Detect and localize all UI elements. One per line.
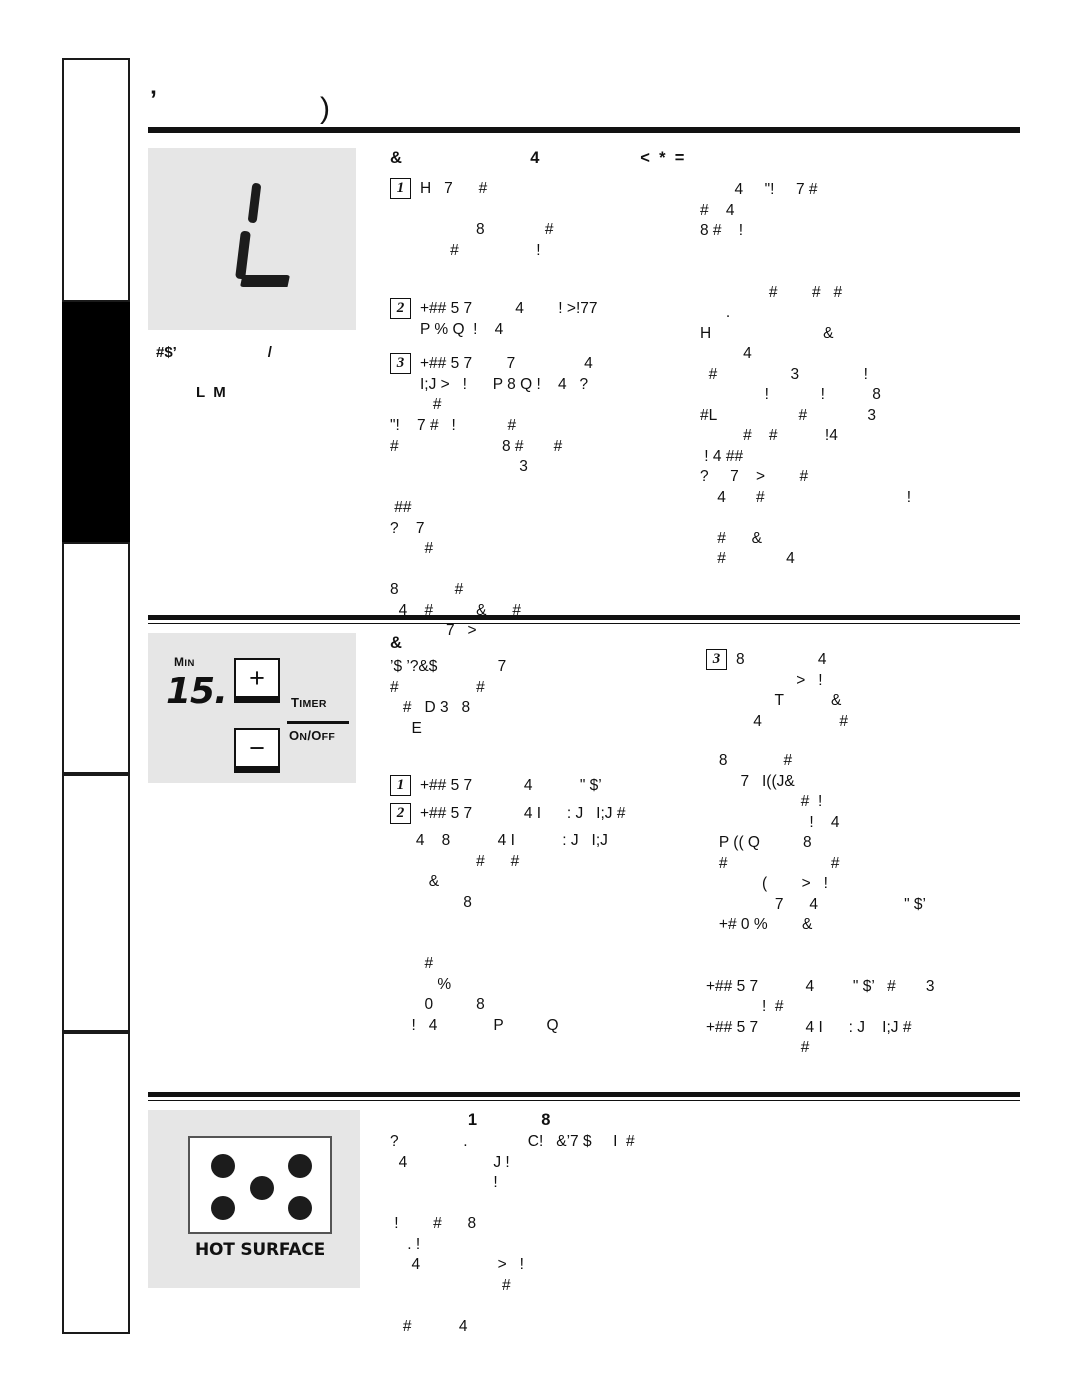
step-text: 8 4 > ! T & 4 # bbox=[736, 651, 848, 730]
burner-dot-top-left bbox=[211, 1154, 235, 1178]
chapter-tab-rail bbox=[62, 58, 130, 1334]
lcd-segment-upper bbox=[247, 182, 262, 224]
step-text: H 7 # 8 # # ! bbox=[420, 180, 554, 259]
section-2-heading: & bbox=[390, 634, 402, 652]
step-item: 1 H 7 # 8 # # ! bbox=[390, 178, 554, 261]
lcd-art-panel bbox=[148, 148, 356, 330]
step-item: 3 8 4 > ! T & 4 # bbox=[706, 649, 848, 732]
step-item: 2 +## 5 7 4 I : J I;J # bbox=[390, 803, 625, 825]
timer-minus-button[interactable]: − bbox=[234, 728, 280, 768]
section-divider-1 bbox=[148, 615, 1020, 620]
lcd-segment-base bbox=[240, 275, 290, 287]
hot-surface-caption: HOT SURFACE bbox=[194, 1240, 326, 1260]
step-number: 2 bbox=[390, 298, 411, 319]
step-text: +## 5 7 7 4 I;J > ! P 8 Q ! 4 ? # bbox=[420, 355, 593, 413]
section-3-body: ? . C! &’7 $ I # 4 J ! ! ! # 8 . ! 4 > !… bbox=[390, 1133, 635, 1335]
hot-surface-art-panel: HOT SURFACE bbox=[148, 1110, 360, 1288]
section-2-intro: ’$ ’?&$ 7 # # # D 3 8 E bbox=[390, 658, 507, 737]
timer-art-panel: MIN 15. + − TIMER ON/OFF bbox=[148, 633, 356, 783]
section-3-heading: 1 8 bbox=[390, 1111, 551, 1129]
burner-dot-bottom-right bbox=[288, 1196, 312, 1220]
section-1-left-body: "! 7 # ! # # 8 # # 3 ## ? 7 # 8 # 4 # & … bbox=[390, 417, 563, 639]
section-2-right-body: 8 # 7 I((J& # ! ! 4 P (( Q 8 # # ( > ! 7… bbox=[706, 752, 935, 1056]
step-number: 3 bbox=[706, 649, 727, 670]
timer-min-label: MIN bbox=[174, 655, 195, 669]
header-rule bbox=[148, 127, 1020, 133]
burner-dot-bottom-left bbox=[211, 1196, 235, 1220]
timer-text-label: TIMER bbox=[291, 695, 327, 710]
section-1-heading: & 4 < * = bbox=[390, 149, 685, 167]
timer-display-value: 15. bbox=[166, 671, 228, 712]
burner-dot-center bbox=[250, 1176, 274, 1200]
step-item: 3 +## 5 7 7 4 I;J > ! P 8 Q ! 4 ? # bbox=[390, 353, 593, 416]
step-number: 2 bbox=[390, 803, 411, 824]
timer-onoff-label: ON/OFF bbox=[289, 728, 336, 743]
sidebar-tab-2[interactable] bbox=[62, 542, 130, 774]
burner-dot-top-right bbox=[288, 1154, 312, 1178]
timer-plus-button[interactable]: + bbox=[234, 658, 280, 698]
lcd-caption-line-2: L M bbox=[196, 384, 226, 401]
step-number: 1 bbox=[390, 775, 411, 796]
step-number: 3 bbox=[390, 353, 411, 374]
page-title-right: ) bbox=[320, 92, 331, 125]
sidebar-tab-0[interactable] bbox=[62, 58, 130, 302]
step-text: +## 5 7 4 I : J I;J # bbox=[420, 805, 626, 822]
hot-surface-icon bbox=[188, 1136, 332, 1234]
lcd-caption-line-1: #$’ / bbox=[156, 344, 272, 361]
sidebar-tab-3[interactable] bbox=[62, 774, 130, 1032]
section-1-right-body: 4 "! 7 # # 4 8 # ! # # # . H & 4 # 3 ! !… bbox=[700, 181, 912, 567]
step-item: 1 +## 5 7 4 " $’ bbox=[390, 775, 602, 797]
section-2-left-body: 4 8 4 I : J I;J # # & 8 # % 0 8 ! 4 P Q bbox=[411, 832, 608, 1034]
sidebar-tab-4[interactable] bbox=[62, 1032, 130, 1334]
sidebar-tab-1-active[interactable] bbox=[62, 302, 130, 738]
timer-label-divider bbox=[287, 721, 349, 724]
lcd-segment-stem bbox=[235, 230, 251, 280]
section-divider-2 bbox=[148, 1092, 1020, 1097]
step-number: 1 bbox=[390, 178, 411, 199]
lcd-lock-glyph bbox=[222, 182, 290, 301]
step-text: +## 5 7 4 " $’ bbox=[420, 777, 602, 794]
page-title-left: ’ bbox=[150, 86, 158, 114]
step-text: +## 5 7 4 ! >!77 P % Q ! 4 bbox=[420, 300, 598, 338]
step-item: 2 +## 5 7 4 ! >!77 P % Q ! 4 bbox=[390, 298, 598, 340]
